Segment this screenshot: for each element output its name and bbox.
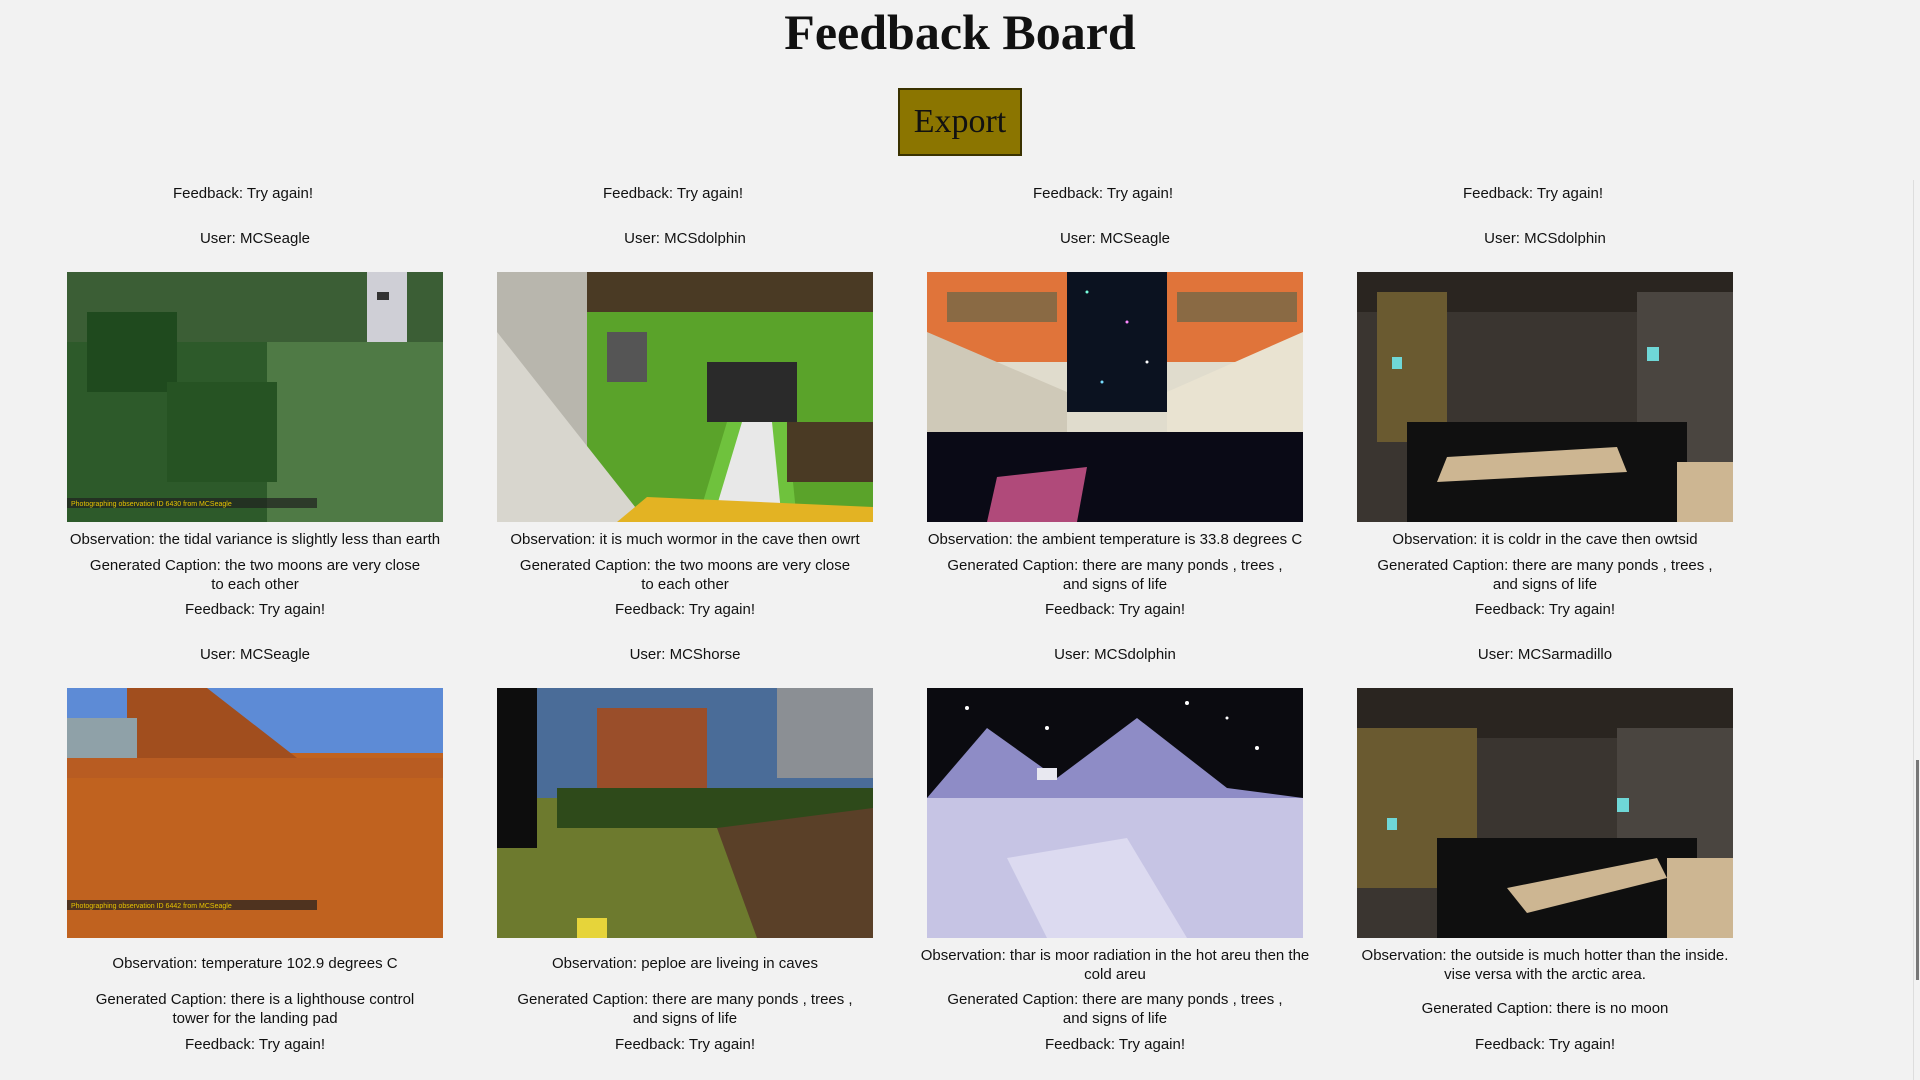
feedback-text: Feedback: Try again! xyxy=(172,185,314,202)
observation-image[interactable] xyxy=(1357,688,1733,938)
observation-image[interactable]: Photographing observation ID 6442 from M… xyxy=(67,688,443,938)
stairs-scene xyxy=(497,272,873,522)
user-label: User: MCSdolphin xyxy=(624,230,746,247)
caption-text: Generated Caption: there are many ponds … xyxy=(1377,557,1713,593)
observation-text: Observation: peploe are liveing in caves xyxy=(552,955,818,972)
desert-scene: Photographing observation ID 6442 from M… xyxy=(67,688,443,938)
user-label: User: MCSeagle xyxy=(199,230,311,247)
forest-scene: Photographing observation ID 6430 from M… xyxy=(67,272,443,522)
user-label: User: MCSdolphin xyxy=(1484,230,1606,247)
feedback-text: Feedback: Try again! xyxy=(614,1036,756,1053)
observation-text: Observation: the outside is much hotter … xyxy=(1361,947,1729,983)
feedback-text: Feedback: Try again! xyxy=(184,1036,326,1053)
user-label: User: MCSeagle xyxy=(199,646,311,663)
caption-text: Generated Caption: there are many ponds … xyxy=(947,557,1283,593)
observation-image[interactable] xyxy=(497,272,873,522)
grassland-scene xyxy=(497,688,873,938)
overlay-text: Photographing observation ID 6430 from M… xyxy=(71,501,232,508)
feedback-text: Feedback: Try again! xyxy=(614,601,756,618)
feedback-text: Feedback: Try again! xyxy=(184,601,326,618)
feedback-text: Feedback: Try again! xyxy=(1044,601,1186,618)
space-window-scene xyxy=(927,272,1303,522)
user-label: User: MCSeagle xyxy=(1059,230,1171,247)
observation-image[interactable] xyxy=(927,688,1303,938)
caption-text: Generated Caption: the two moons are ver… xyxy=(519,557,851,593)
feedback-text: Feedback: Try again! xyxy=(1044,1036,1186,1053)
user-label: User: MCSarmadillo xyxy=(1477,646,1613,663)
feedback-text: Feedback: Try again! xyxy=(602,185,744,202)
observation-text: Observation: it is much wormor in the ca… xyxy=(510,531,860,548)
user-label: User: MCSdolphin xyxy=(1054,646,1176,663)
caption-text: Generated Caption: the two moons are ver… xyxy=(89,557,421,593)
observation-text: Observation: temperature 102.9 degrees C xyxy=(112,955,398,972)
observation-image[interactable] xyxy=(497,688,873,938)
scrollbar-thumb[interactable] xyxy=(1916,760,1919,980)
observation-image[interactable]: Photographing observation ID 6430 from M… xyxy=(67,272,443,522)
feedback-text: Feedback: Try again! xyxy=(1032,185,1174,202)
vertical-scrollbar[interactable] xyxy=(1913,180,1920,1080)
observation-text: Observation: it is coldr in the cave the… xyxy=(1392,531,1698,548)
snow-scene xyxy=(927,688,1303,938)
caption-text: Generated Caption: there is a lighthouse… xyxy=(95,991,415,1027)
caption-text: Generated Caption: there are many ponds … xyxy=(517,991,853,1027)
export-button[interactable]: Export xyxy=(898,88,1022,156)
caption-text: Generated Caption: there are many ponds … xyxy=(947,991,1283,1027)
observation-image[interactable] xyxy=(1357,272,1733,522)
cave-scene xyxy=(1357,272,1733,522)
feedback-text: Feedback: Try again! xyxy=(1462,185,1604,202)
observation-text: Observation: thar is moor radiation in t… xyxy=(920,947,1310,983)
observation-image[interactable] xyxy=(927,272,1303,522)
user-label: User: MCShorse xyxy=(629,646,741,663)
page-title: Feedback Board xyxy=(784,4,1136,60)
feedback-text: Feedback: Try again! xyxy=(1474,601,1616,618)
observation-text: Observation: the ambient temperature is … xyxy=(927,531,1303,548)
feedback-text: Feedback: Try again! xyxy=(1474,1036,1616,1053)
caption-text: Generated Caption: there is no moon xyxy=(1421,1000,1669,1017)
observation-text: Observation: the tidal variance is sligh… xyxy=(69,531,441,548)
overlay-text: Photographing observation ID 6442 from M… xyxy=(71,903,232,910)
cave2-scene xyxy=(1357,688,1733,938)
